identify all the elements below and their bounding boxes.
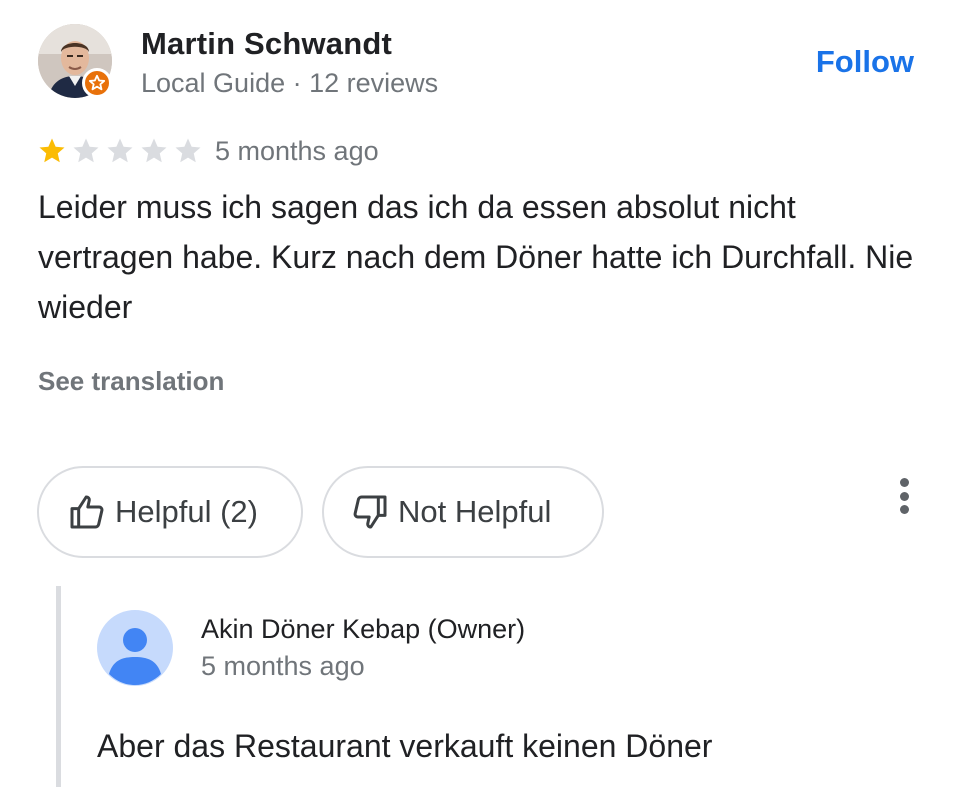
star-empty-icon (141, 138, 167, 163)
author-name[interactable]: Martin Schwandt (141, 26, 392, 62)
star-rating (36, 136, 204, 166)
person-icon (97, 610, 173, 686)
see-translation-link[interactable]: See translation (38, 366, 224, 397)
local-guide-star-icon (82, 68, 112, 98)
helpful-label: Helpful (2) (115, 494, 258, 529)
star-filled-icon (39, 138, 65, 163)
review-text: Leider muss ich sagen das ich da essen a… (38, 189, 914, 325)
more-vert-icon[interactable] (888, 474, 920, 518)
owner-reply-text: Aber das Restaurant verkauft keinen Döne… (97, 728, 713, 764)
star-empty-icon (73, 138, 99, 163)
review-card: Martin Schwandt Local Guide · 12 reviews… (0, 0, 960, 787)
helpful-button[interactable]: Helpful (2) (37, 466, 303, 558)
owner-reply-time: 5 months ago (201, 651, 365, 681)
owner-name: Akin Döner Kebap (Owner) (201, 614, 526, 644)
follow-button[interactable]: Follow (816, 44, 914, 80)
star-empty-icon (107, 138, 133, 163)
not-helpful-button[interactable]: Not Helpful (322, 466, 604, 558)
not-helpful-label: Not Helpful (398, 494, 552, 529)
review-time: 5 months ago (215, 136, 379, 166)
author-avatar[interactable] (38, 24, 112, 98)
reply-divider (56, 586, 61, 787)
thumbs-up-icon (70, 495, 104, 529)
thumbs-down-icon (353, 495, 387, 529)
star-empty-icon (175, 138, 201, 163)
author-meta: Local Guide · 12 reviews (141, 68, 439, 98)
